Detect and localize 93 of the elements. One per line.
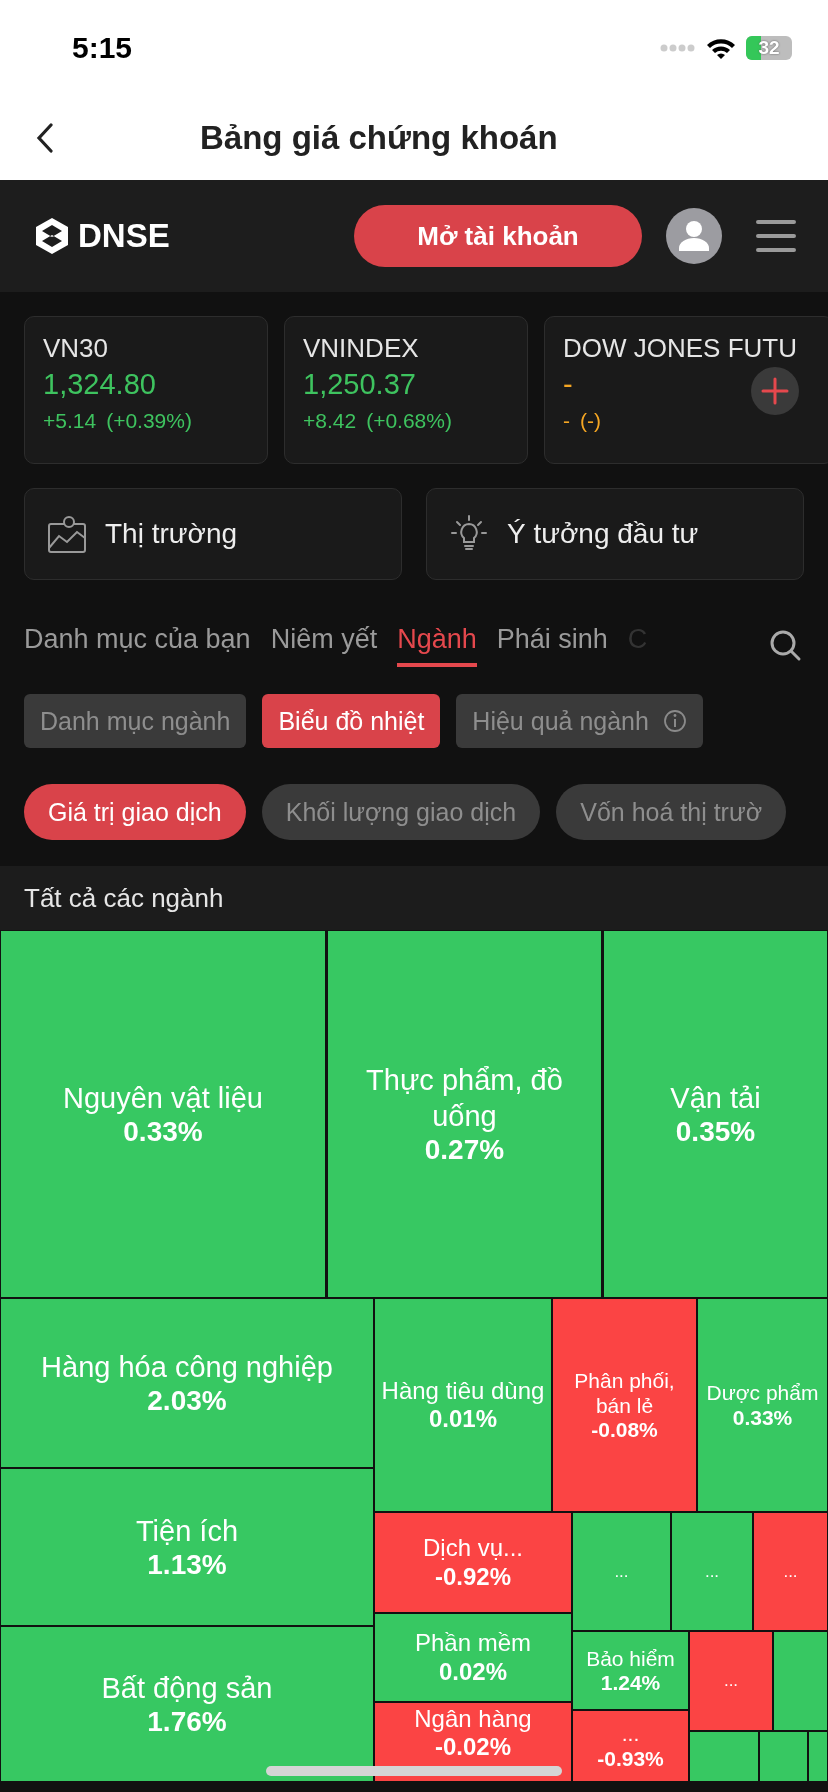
tile-value: 1.24% — [600, 1671, 661, 1696]
tile-name: ... — [621, 1721, 640, 1747]
heatmap-tile[interactable]: ... — [671, 1512, 753, 1631]
wifi-icon — [706, 37, 736, 59]
status-time: 5:15 — [72, 31, 133, 65]
tile-name: Dịch vụ... — [423, 1534, 523, 1563]
heatmap-tile[interactable]: Vận tải 0.35% — [603, 930, 828, 1298]
heatmap-tile[interactable]: Phân phối, bán lẻ -0.08% — [552, 1298, 697, 1512]
tab[interactable]: Ngành — [397, 623, 477, 667]
back-icon[interactable] — [36, 123, 54, 153]
view-button[interactable]: Hiệu quả ngành — [456, 694, 703, 748]
heatmap-tile[interactable]: Bảo hiểm 1.24% — [572, 1631, 689, 1710]
tile-name: Bảo hiểm — [586, 1645, 675, 1672]
menu-icon[interactable] — [756, 219, 796, 253]
tile-name: Bất động sản — [101, 1670, 273, 1706]
heatmap-tile[interactable]: ... — [689, 1631, 773, 1731]
tile-value: -0.92% — [434, 1562, 511, 1591]
heatmap-tile[interactable]: Thực phẩm, đồ uống 0.27% — [327, 930, 602, 1298]
avatar-icon[interactable] — [666, 208, 722, 264]
tile-name: ... — [783, 1561, 798, 1582]
open-account-button[interactable]: Mở tài khoản — [354, 205, 642, 267]
index-price: - — [563, 368, 573, 401]
add-button[interactable] — [751, 367, 799, 415]
heatmap-tile[interactable]: Hàng tiêu dùng 0.01% — [374, 1298, 552, 1512]
tile-value: 1.13% — [147, 1549, 227, 1582]
heatmap-tile[interactable]: ... — [753, 1512, 828, 1631]
heatmap-tile[interactable] — [689, 1731, 759, 1782]
view-button[interactable]: Biểu đồ nhiệt — [262, 694, 441, 748]
index-change: - — [563, 409, 570, 433]
tile-value: 0.33% — [123, 1116, 203, 1149]
index-card[interactable]: VNINDEX 1,250.37 +8.42 (+0.68%) — [284, 316, 528, 464]
tile-name: Dược phẩm — [706, 1380, 819, 1406]
metric-pill[interactable]: Giá trị giao dịch — [24, 784, 246, 840]
shortcut-button[interactable]: Ý tưởng đầu tư — [426, 488, 804, 580]
heatmap-tile[interactable]: Tiện ích 1.13% — [0, 1468, 374, 1626]
tile-value: 1.76% — [147, 1706, 227, 1739]
section-title: Tất cả các ngành — [24, 882, 224, 914]
heatmap-tile[interactable]: ... — [572, 1512, 671, 1631]
index-name: VN30 — [43, 333, 110, 364]
index-percent: (+0.39%) — [106, 409, 192, 433]
tile-value: 2.03% — [147, 1385, 227, 1418]
page-title: Bảng giá chứng khoán — [200, 119, 558, 157]
tile-value: 0.02% — [438, 1657, 508, 1686]
search-icon[interactable] — [768, 628, 802, 662]
signal-icon — [660, 44, 696, 52]
heatmap-tile[interactable]: Hàng hóa công nghiệp 2.03% — [0, 1298, 374, 1468]
chart-icon — [47, 514, 87, 554]
heatmap-tile[interactable]: Bất động sản 1.76% — [0, 1626, 374, 1782]
tile-name: ... — [704, 1561, 720, 1582]
heatmap-tile[interactable]: Dược phẩm 0.33% — [697, 1298, 828, 1512]
tile-name: Nguyên vật liệu — [63, 1080, 263, 1116]
tile-value: 0.35% — [675, 1116, 756, 1149]
heatmap-tile[interactable]: ... -0.93% — [572, 1710, 689, 1782]
tile-name: Tiện ích — [135, 1513, 239, 1549]
index-name: VNINDEX — [303, 333, 420, 364]
index-change: +5.14 — [43, 409, 97, 433]
tile-name: Hàng tiêu dùng — [381, 1376, 545, 1406]
tile-name: ... — [723, 1671, 739, 1691]
index-change: +8.42 — [303, 409, 357, 433]
shortcut-button[interactable]: Thị trường — [24, 488, 402, 580]
tile-name: Thực phẩm, đồ uống — [365, 1062, 564, 1134]
tile-name: Phân phối, bán lẻ — [573, 1367, 676, 1419]
index-percent: (+0.68%) — [366, 409, 452, 433]
index-price: 1,324.80 — [43, 368, 156, 401]
heatmap-tile[interactable] — [808, 1731, 828, 1782]
metric-pill[interactable]: Vốn hoá thị trườ — [556, 784, 787, 840]
tile-name: Ngân hàng — [414, 1705, 532, 1734]
heatmap-tile[interactable]: Nguyên vật liệu 0.33% — [0, 930, 326, 1298]
view-button[interactable]: Danh mục ngành — [24, 694, 247, 748]
tile-name: Vận tải — [670, 1080, 761, 1116]
index-percent: (-) — [580, 409, 601, 433]
metric-pill[interactable]: Khối lượng giao dịch — [261, 784, 541, 840]
logo-text: DNSE — [78, 217, 170, 255]
heatmap-tile[interactable] — [759, 1731, 808, 1782]
heatmap-tile[interactable]: Dịch vụ... -0.92% — [374, 1512, 572, 1613]
tab[interactable]: Phái sinh — [496, 623, 608, 667]
tile-value: -0.08% — [591, 1418, 658, 1443]
heatmap-tile[interactable]: Phần mềm 0.02% — [374, 1613, 572, 1702]
index-card[interactable]: VN30 1,324.80 +5.14 (+0.39%) — [24, 316, 268, 464]
index-price: 1,250.37 — [303, 368, 416, 401]
tab[interactable]: Danh mục của bạn — [24, 623, 251, 667]
tile-name: Hàng hóa công nghiệp — [41, 1349, 333, 1385]
tile-value: 0.27% — [424, 1134, 505, 1167]
index-card[interactable]: DOW JONES FUTU - - (-) — [544, 316, 828, 464]
index-name: DOW JONES FUTU — [563, 333, 798, 364]
tile-value: 0.33% — [732, 1405, 793, 1430]
tile-value: -0.93% — [597, 1746, 664, 1771]
tile-name: ... — [614, 1561, 629, 1582]
tile-value: 0.01% — [428, 1405, 498, 1434]
tile-value: -0.02% — [434, 1733, 511, 1761]
tile-name: Phần mềm — [414, 1629, 532, 1658]
heatmap-tile[interactable] — [773, 1631, 828, 1731]
tab[interactable]: Niêm yết — [270, 623, 378, 667]
